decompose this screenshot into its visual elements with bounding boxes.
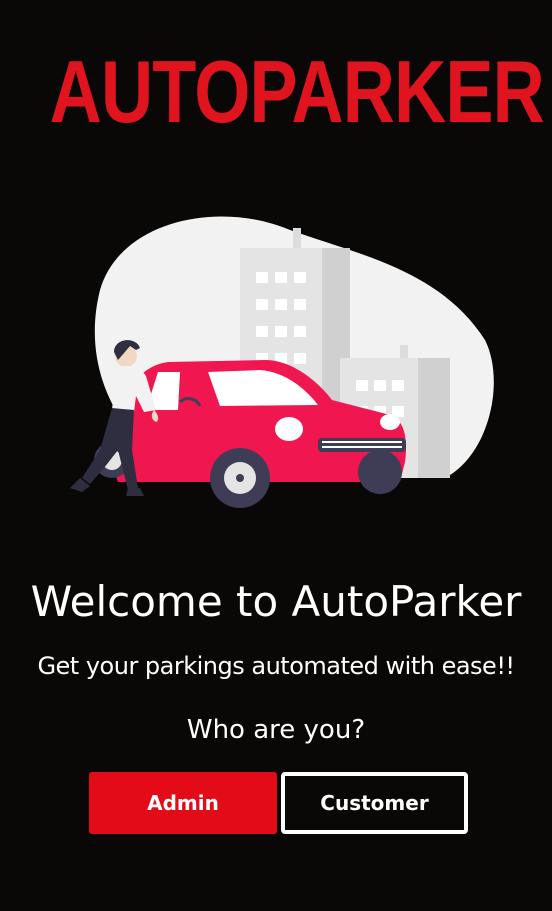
role-question: Who are you? <box>186 715 366 745</box>
welcome-subtitle: Get your parkings automated with ease!! <box>37 652 515 680</box>
customer-button[interactable]: Customer <box>281 772 468 834</box>
hero-illustration <box>70 216 494 508</box>
welcome-page: AUTOPARKER Welcome to AutoParker Get you… <box>0 0 552 911</box>
admin-button-label: Admin <box>147 791 219 815</box>
app-logo: AUTOPARKER <box>49 42 545 141</box>
customer-button-label: Customer <box>320 791 429 815</box>
welcome-title: Welcome to AutoParker <box>30 577 522 626</box>
admin-button[interactable]: Admin <box>89 772 277 834</box>
